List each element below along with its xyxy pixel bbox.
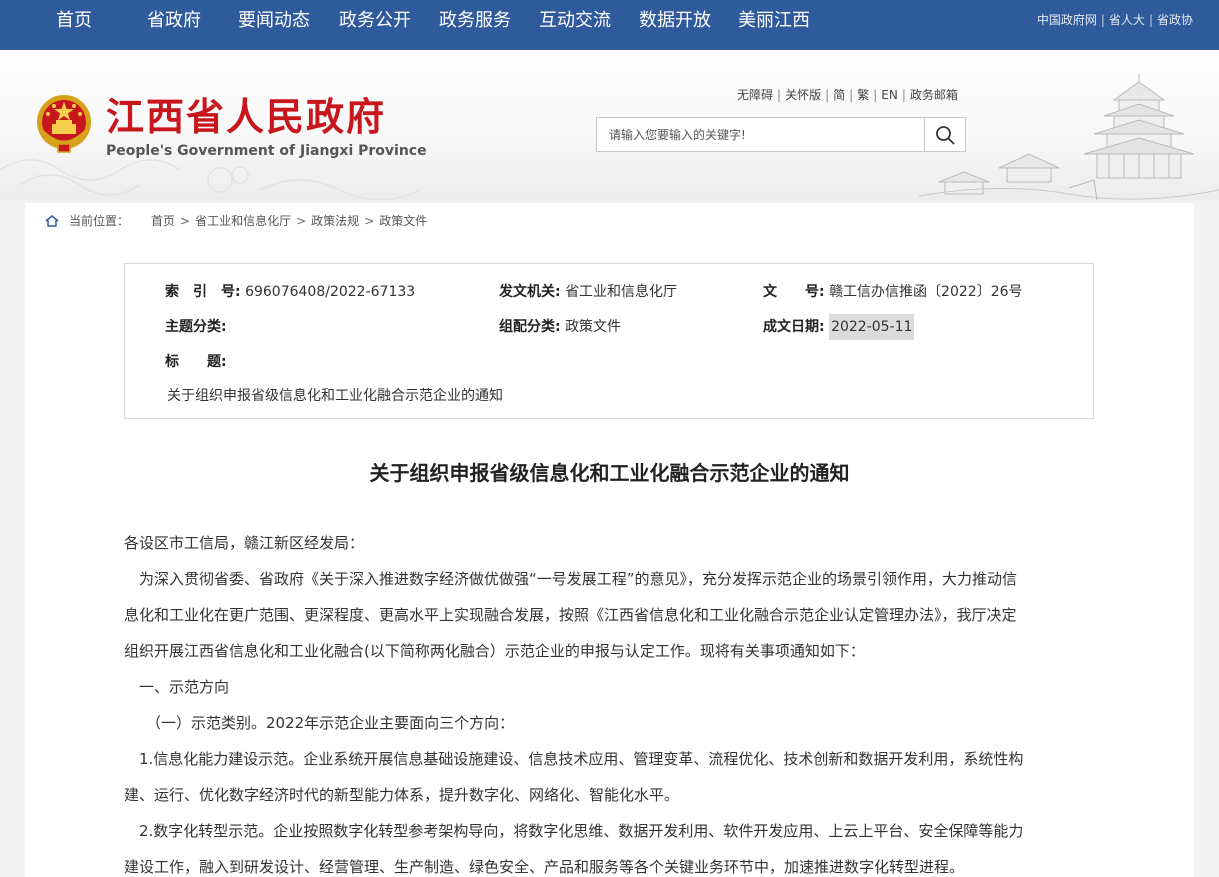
- meta-issuer-value: 省工业和信息化厅: [565, 284, 678, 300]
- breadcrumb-label: 当前位置：: [69, 214, 130, 228]
- top-nav-bar: 首页 省政府 要闻动态 政务公开 政务服务 互动交流 数据开放 美丽江西 中国政…: [0, 0, 1219, 50]
- paragraph-text: 建、运行、优化数字经济时代的新型能力体系，提升数字化、网络化、智能化水平。: [124, 786, 680, 804]
- meta-topic: 主题分类:: [165, 317, 227, 337]
- paragraph-text: 2.数字化转型示范。企业按照数字化转型参考架构导向，将数字化思维、数据开发利用、…: [139, 822, 1024, 840]
- breadcrumb-separator: >: [296, 214, 307, 228]
- meta-doc-number-value: 赣工信办信推函〔2022〕26号: [829, 284, 1023, 300]
- meta-title-label: 标 题:: [165, 352, 227, 372]
- nav-item-gov-services[interactable]: 政务服务: [439, 9, 511, 33]
- search-input[interactable]: [597, 118, 925, 151]
- paragraph-text: 息化和工业化在更广范围、更深程度、更高水平上实现融合发展，按照《江西省信息化和工…: [124, 606, 1017, 624]
- main-content: 当前位置： 首页 > 省工业和信息化厅 > 政策法规 > 政策文件 索 引 号:…: [25, 203, 1194, 877]
- meta-category-value: 政策文件: [565, 319, 622, 335]
- paragraph-salutation: 各设区市工信局，赣江新区经发局：: [124, 534, 365, 552]
- meta-category-label: 组配分类:: [499, 319, 561, 335]
- nav-item-interaction[interactable]: 互动交流: [539, 9, 611, 33]
- meta-date-value: 2022-05-11: [829, 314, 915, 340]
- nav-item-news[interactable]: 要闻动态: [238, 9, 310, 33]
- meta-index: 索 引 号: 696076408/2022-67133: [165, 282, 415, 302]
- breadcrumb-separator: >: [364, 214, 375, 228]
- link-simplified[interactable]: 简: [833, 88, 845, 102]
- document-title: 关于组织申报省级信息化和工业化融合示范企业的通知: [369, 461, 850, 485]
- meta-doc-number-label: 文 号:: [763, 284, 825, 300]
- nav-item-open-data[interactable]: 数据开放: [639, 9, 711, 33]
- document-metadata-panel: 索 引 号: 696076408/2022-67133 发文机关: 省工业和信息…: [124, 263, 1094, 419]
- search-box: [596, 117, 966, 152]
- site-header: 江西省人民政府 People's Government of Jiangxi P…: [0, 50, 1219, 200]
- paragraph-text: 组织开展江西省信息化和工业化融合(以下简称两化融合）示范企业的申报与认定工作。现…: [124, 642, 865, 660]
- meta-doc-number: 文 号: 赣工信办信推函〔2022〕26号: [763, 282, 1023, 302]
- breadcrumb-policy-documents[interactable]: 政策文件: [379, 213, 427, 229]
- link-english[interactable]: EN: [881, 88, 898, 102]
- external-links: 中国政府网 | 省人大 | 省政协: [1036, 13, 1193, 27]
- national-emblem-icon: [37, 95, 91, 153]
- link-traditional[interactable]: 繁: [857, 88, 869, 102]
- subsection-heading: （一）示范类别。2022年示范企业主要面向三个方向：: [146, 714, 515, 732]
- breadcrumb-department[interactable]: 省工业和信息化厅: [195, 213, 291, 229]
- home-icon: [45, 215, 59, 227]
- meta-category: 组配分类: 政策文件: [499, 317, 621, 337]
- meta-title-value: 关于组织申报省级信息化和工业化融合示范企业的通知: [167, 388, 503, 404]
- meta-date-label: 成文日期:: [763, 319, 825, 335]
- nav-item-beautiful-jiangxi[interactable]: 美丽江西: [738, 9, 810, 33]
- nav-item-home[interactable]: 首页: [56, 9, 92, 33]
- breadcrumb-separator: >: [180, 214, 191, 228]
- breadcrumb: 当前位置： 首页 > 省工业和信息化厅 > 政策法规 > 政策文件: [45, 213, 427, 229]
- link-china-gov[interactable]: 中国政府网: [1037, 13, 1097, 27]
- site-title-english: People's Government of Jiangxi Province: [106, 143, 427, 159]
- paragraph-text: 1.信息化能力建设示范。企业系统开展信息基础设施建设、信息技术应用、管理变革、流…: [139, 750, 1024, 768]
- nav-item-gov-affairs-open[interactable]: 政务公开: [339, 9, 411, 33]
- meta-issuer-label: 发文机关:: [499, 284, 561, 300]
- link-accessibility[interactable]: 无障碍: [737, 88, 773, 102]
- meta-issuer: 发文机关: 省工业和信息化厅: [499, 282, 677, 302]
- site-title: 江西省人民政府: [106, 95, 387, 139]
- meta-title-label-text: 标 题:: [165, 354, 227, 370]
- nav-item-provincial-gov[interactable]: 省政府: [147, 9, 201, 33]
- breadcrumb-policy-regulations[interactable]: 政策法规: [311, 213, 359, 229]
- section-heading: 一、示范方向: [139, 678, 230, 696]
- breadcrumb-home[interactable]: 首页: [151, 213, 175, 229]
- meta-topic-label: 主题分类:: [165, 319, 227, 335]
- meta-index-value: 696076408/2022-67133: [245, 284, 416, 300]
- paragraph-text: 建设工作，融入到研发设计、经营管理、生产制造、绿色安全、产品和服务等各个关键业务…: [124, 858, 965, 876]
- link-care-version[interactable]: 关怀版: [785, 88, 821, 102]
- pavilion-illustration: [919, 74, 1219, 200]
- link-provincial-congress[interactable]: 省人大: [1109, 13, 1145, 27]
- meta-index-label: 索 引 号:: [165, 284, 241, 300]
- meta-date: 成文日期: 2022-05-11: [763, 314, 915, 340]
- link-provincial-cppcc[interactable]: 省政协: [1157, 13, 1193, 27]
- document-body: 各设区市工信局，赣江新区经发局： 为深入贯彻省委、省政府《关于深入推进数字经济做…: [124, 525, 1096, 877]
- paragraph-text: 为深入贯彻省委、省政府《关于深入推进数字经济做优做强“一号发展工程”的意见》，充…: [139, 570, 1018, 588]
